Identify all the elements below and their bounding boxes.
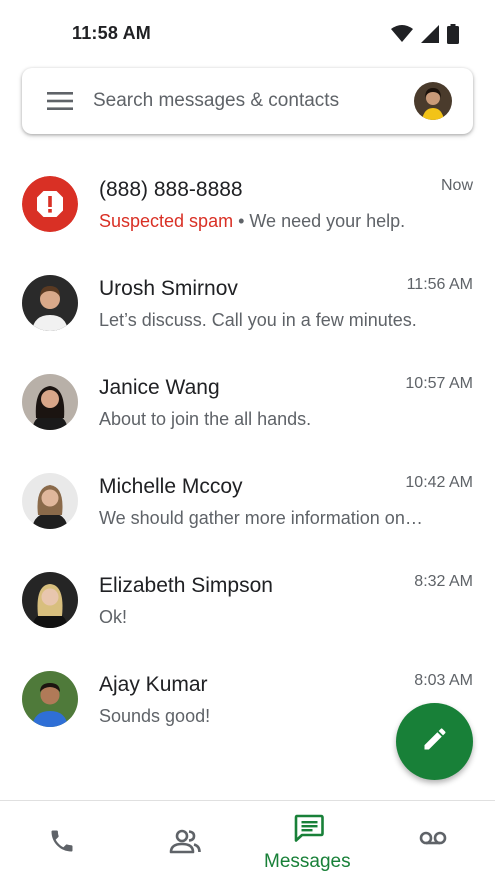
conversation-snippet: Ok! [99,607,128,627]
pencil-icon [421,725,449,758]
messages-icon [294,814,324,847]
contact-photo [22,374,78,430]
contact-photo [22,671,78,727]
conversation-name: Ajay Kumar [99,673,208,696]
bottom-navigation: Messages [0,800,495,879]
conversation-snippet: Let’s discuss. Call you in a few minutes… [99,310,417,330]
snippet-text: We need your help. [249,211,406,231]
nav-item-phone[interactable] [30,801,96,879]
spam-warning-icon [22,176,78,232]
conversation-time: 8:03 AM [414,672,473,689]
nav-item-messages[interactable]: Messages [255,801,365,879]
search-input[interactable]: Search messages & contacts [93,90,339,112]
contact-photo [22,473,78,529]
snippet-separator: • [233,211,250,231]
conversation-time: 10:57 AM [405,375,473,392]
conversation-item[interactable]: Janice Wang About to join the all hands.… [0,356,495,455]
phone-icon [48,827,76,860]
conversation-time: 11:56 AM [406,276,473,293]
conversation-name: Janice Wang [99,376,220,399]
nav-item-contacts[interactable] [152,801,218,879]
conversation-time: Now [440,177,473,194]
status-bar: 11:58 AM [0,0,495,66]
conversation-item[interactable]: (888) 888-8888 Suspected spam • We need … [0,158,495,257]
conversation-time: 10:42 AM [405,474,473,491]
cell-signal-icon [421,25,439,48]
conversation-item[interactable]: Elizabeth Simpson Ok! 8:32 AM [0,554,495,653]
spam-label: Suspected spam [99,211,234,231]
conversation-item[interactable]: Urosh Smirnov Let’s discuss. Call you in… [0,257,495,356]
conversation-item[interactable]: Michelle Mccoy We should gather more inf… [0,455,495,554]
conversation-name: Michelle Mccoy [99,475,243,498]
contacts-icon [169,827,201,860]
nav-label-messages: Messages [264,851,351,872]
search-bar[interactable]: Search messages & contacts [22,68,473,134]
contact-photo [22,275,78,331]
conversation-snippet: Suspected spam • We need your help. [99,211,454,232]
conversation-name: Elizabeth Simpson [99,574,273,597]
status-time: 11:58 AM [72,23,151,43]
menu-icon[interactable] [47,92,73,110]
status-icons [391,24,459,49]
account-avatar[interactable] [414,82,452,120]
battery-icon [447,24,459,49]
contact-photo [22,572,78,628]
conversation-snippet: We should gather more information on… [99,508,423,528]
conversation-name: Urosh Smirnov [99,277,238,300]
conversation-snippet: About to join the all hands. [99,409,312,429]
nav-item-voicemail[interactable] [400,801,466,879]
voicemail-icon [419,830,447,851]
conversation-time: 8:32 AM [414,573,473,590]
conversation-name: (888) 888-8888 [99,178,243,201]
compose-button[interactable] [396,703,473,780]
wifi-icon [391,25,413,48]
